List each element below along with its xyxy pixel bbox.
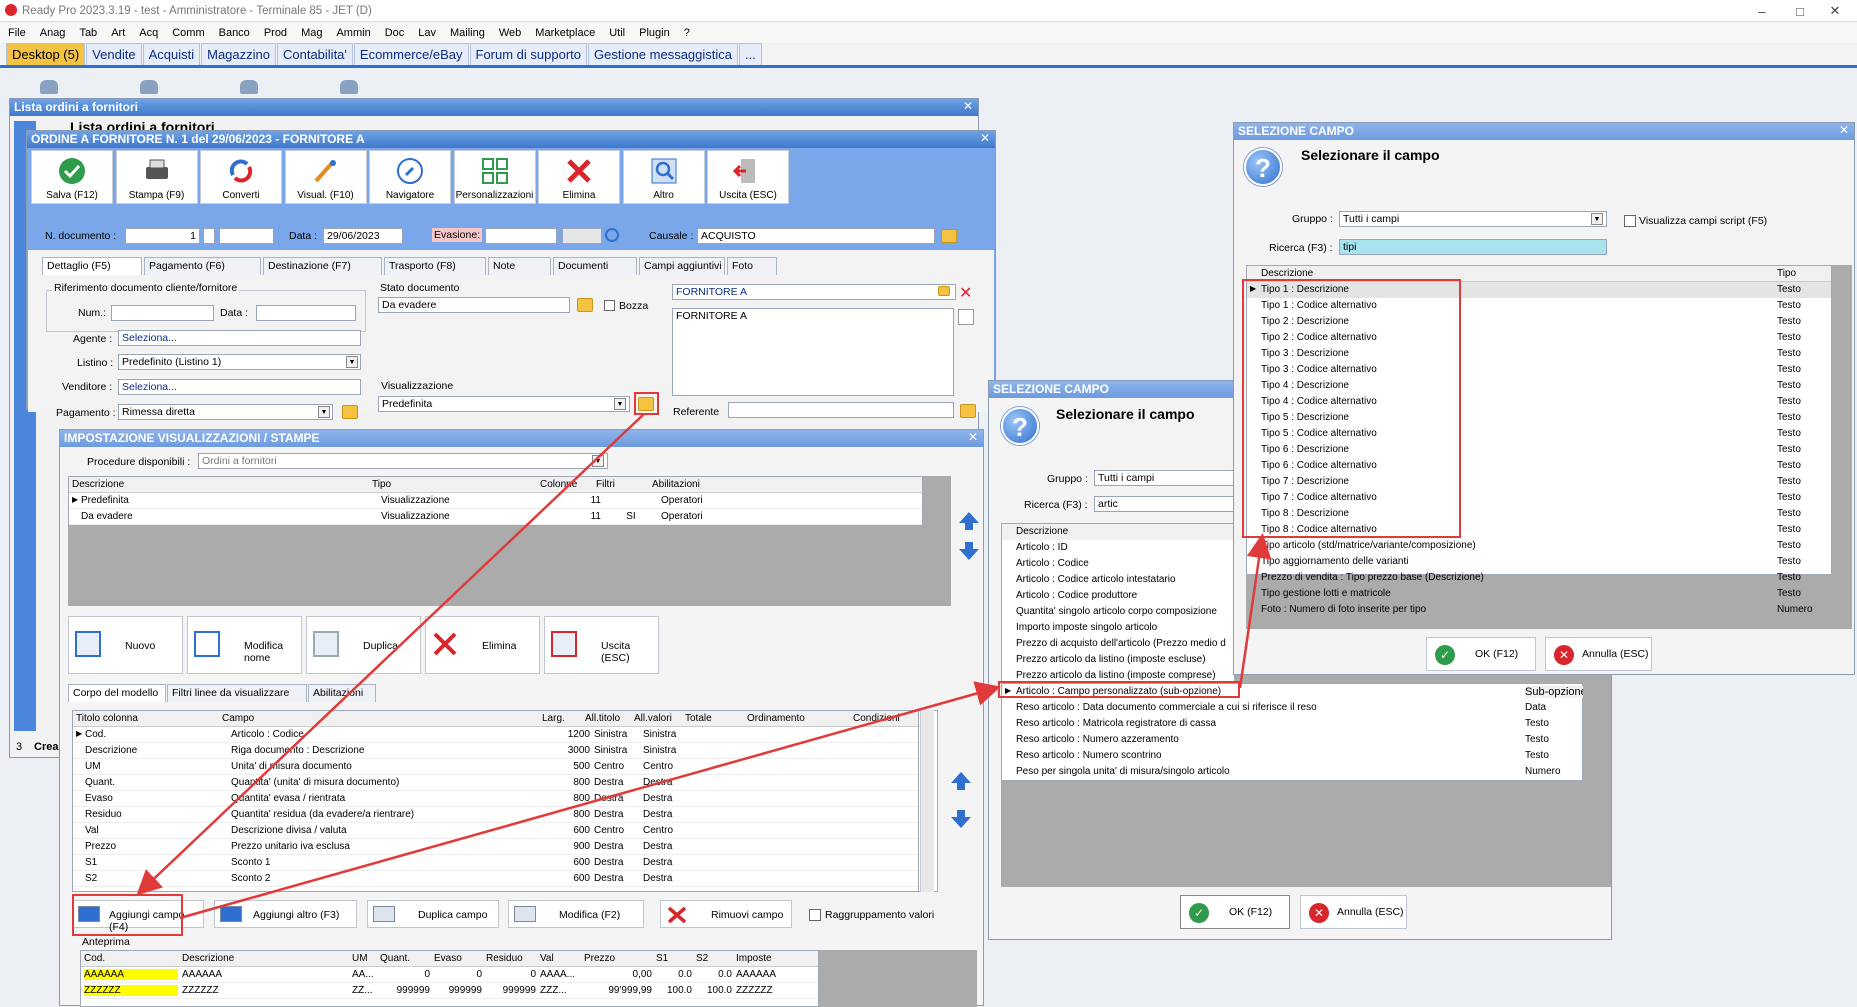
folder-icon[interactable] xyxy=(960,404,976,418)
referente-label: Referente xyxy=(673,406,720,418)
chevron-down-icon[interactable]: ▼ xyxy=(318,406,330,418)
pagamento-select[interactable]: Rimessa diretta xyxy=(118,404,333,420)
annotation-arrows xyxy=(136,413,1272,920)
pagamento-label: Pagamento : xyxy=(56,407,116,419)
referente-field[interactable] xyxy=(728,402,954,418)
folder-icon[interactable] xyxy=(342,405,358,419)
